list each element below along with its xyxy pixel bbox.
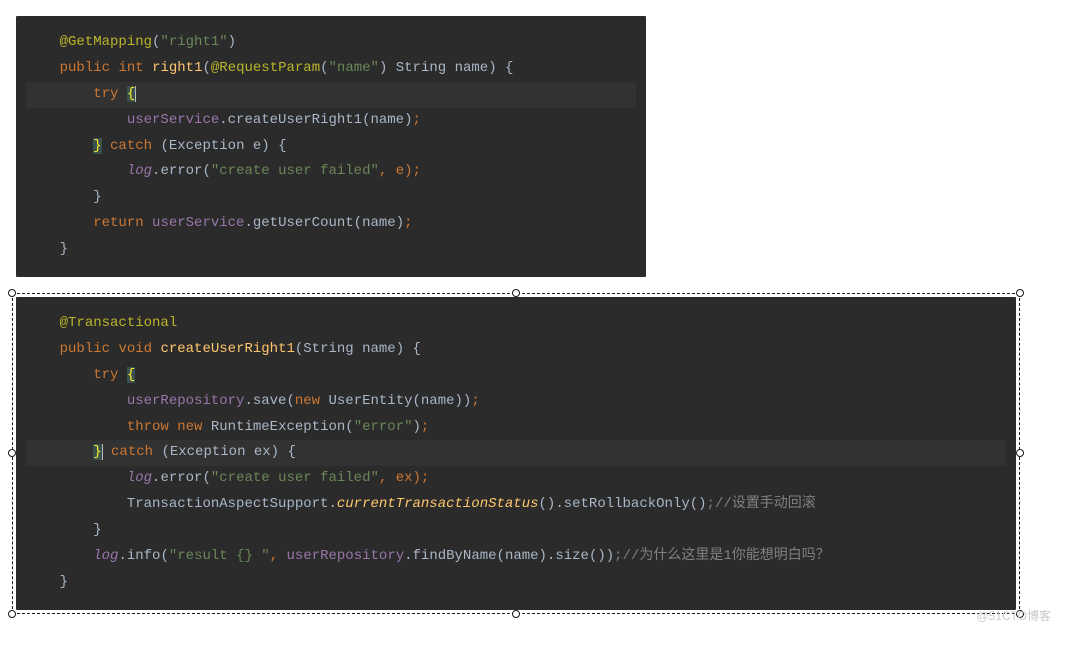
brace-close-hl: } (93, 444, 101, 460)
comment-rollback: ;//设置手动回滚 (707, 496, 816, 512)
resize-handle-n[interactable] (512, 289, 520, 297)
call-setRollbackOnly: ().setRollbackOnly() (539, 496, 707, 512)
string-literal: "result {} " (169, 548, 270, 564)
error-tail: , ex) (379, 470, 421, 486)
string-literal: "create user failed" (211, 163, 379, 179)
field-userService: userService (127, 112, 219, 128)
resize-handle-s[interactable] (512, 610, 520, 618)
keyword-public: public (60, 60, 110, 76)
field-userService: userService (152, 215, 244, 231)
call-findByName: .findByName(name).size()) (404, 548, 614, 564)
string-literal: "error" (354, 419, 413, 435)
param-name: name (455, 60, 489, 76)
keyword-return: return (93, 215, 143, 231)
caret-icon (135, 86, 136, 102)
keyword-new: new (295, 393, 320, 409)
keyword-catch: catch (111, 444, 153, 460)
ctor-userentity: UserEntity(name)) (320, 393, 471, 409)
call-getUserCount: .getUserCount(name) (244, 215, 404, 231)
type-string: String (396, 60, 446, 76)
brace-close-hl: } (93, 138, 101, 154)
field-log: log (127, 470, 152, 486)
field-log: log (127, 163, 152, 179)
brace-open-hl: { (127, 367, 135, 383)
resize-handle-nw[interactable] (8, 289, 16, 297)
string-literal: "create user failed" (211, 470, 379, 486)
string-literal: "right1" (160, 34, 227, 50)
keyword-try: try (93, 86, 118, 102)
method-name-right1: right1 (152, 60, 202, 76)
keyword-throw: throw (127, 419, 169, 435)
call-createUserRight1: .createUserRight1(name) (219, 112, 412, 128)
annotation-transactional: @Transactional (60, 315, 178, 331)
call-save-pre: .save( (244, 393, 294, 409)
field-userRepository: userRepository (127, 393, 245, 409)
resize-handle-sw[interactable] (8, 610, 16, 618)
annotation-requestparam: @RequestParam (211, 60, 320, 76)
method-name-createUserRight1: createUserRight1 (160, 341, 294, 357)
catch-signature: (Exception e) { (160, 138, 286, 154)
keyword-catch: catch (110, 138, 152, 154)
keyword-int: int (118, 60, 143, 76)
call-info: .info( (118, 548, 168, 564)
info-mid: , (270, 548, 287, 564)
catch-signature: (Exception ex) { (161, 444, 295, 460)
keyword-new: new (177, 419, 202, 435)
highlighted-line: } catch (Exception ex) { (26, 440, 1006, 466)
code-block-2: @Transactional public void createUserRig… (16, 297, 1016, 610)
error-tail: , e) (379, 163, 413, 179)
comment-why1: ;//为什么这里是1你能想明白吗？ (614, 548, 830, 564)
resize-handle-e[interactable] (1016, 449, 1024, 457)
caret-icon (102, 444, 103, 460)
call-error: .error( (152, 163, 211, 179)
class-tas: TransactionAspectSupport. (127, 496, 337, 512)
resize-handle-w[interactable] (8, 449, 16, 457)
keyword-void: void (118, 341, 152, 357)
static-call-cts: currentTransactionStatus (337, 496, 539, 512)
resize-handle-ne[interactable] (1016, 289, 1024, 297)
brace-open-hl: { (127, 86, 135, 102)
field-userRepository: userRepository (287, 548, 405, 564)
highlighted-line: try { (26, 82, 636, 108)
string-literal: "name" (329, 60, 379, 76)
rte-tail: ) (413, 419, 421, 435)
method-signature-tail: (String name) { (295, 341, 421, 357)
code-block-1: @GetMapping("right1") public int right1(… (16, 16, 646, 277)
ctor-runtimeexception: RuntimeException( (202, 419, 353, 435)
keyword-try: try (93, 367, 118, 383)
watermark: @51CTO博客 (976, 607, 1051, 624)
field-log: log (93, 548, 118, 564)
keyword-public: public (60, 341, 110, 357)
call-error: .error( (152, 470, 211, 486)
annotation-getmapping: @GetMapping (60, 34, 152, 50)
selection-wrapper[interactable]: @Transactional public void createUserRig… (16, 297, 1016, 610)
